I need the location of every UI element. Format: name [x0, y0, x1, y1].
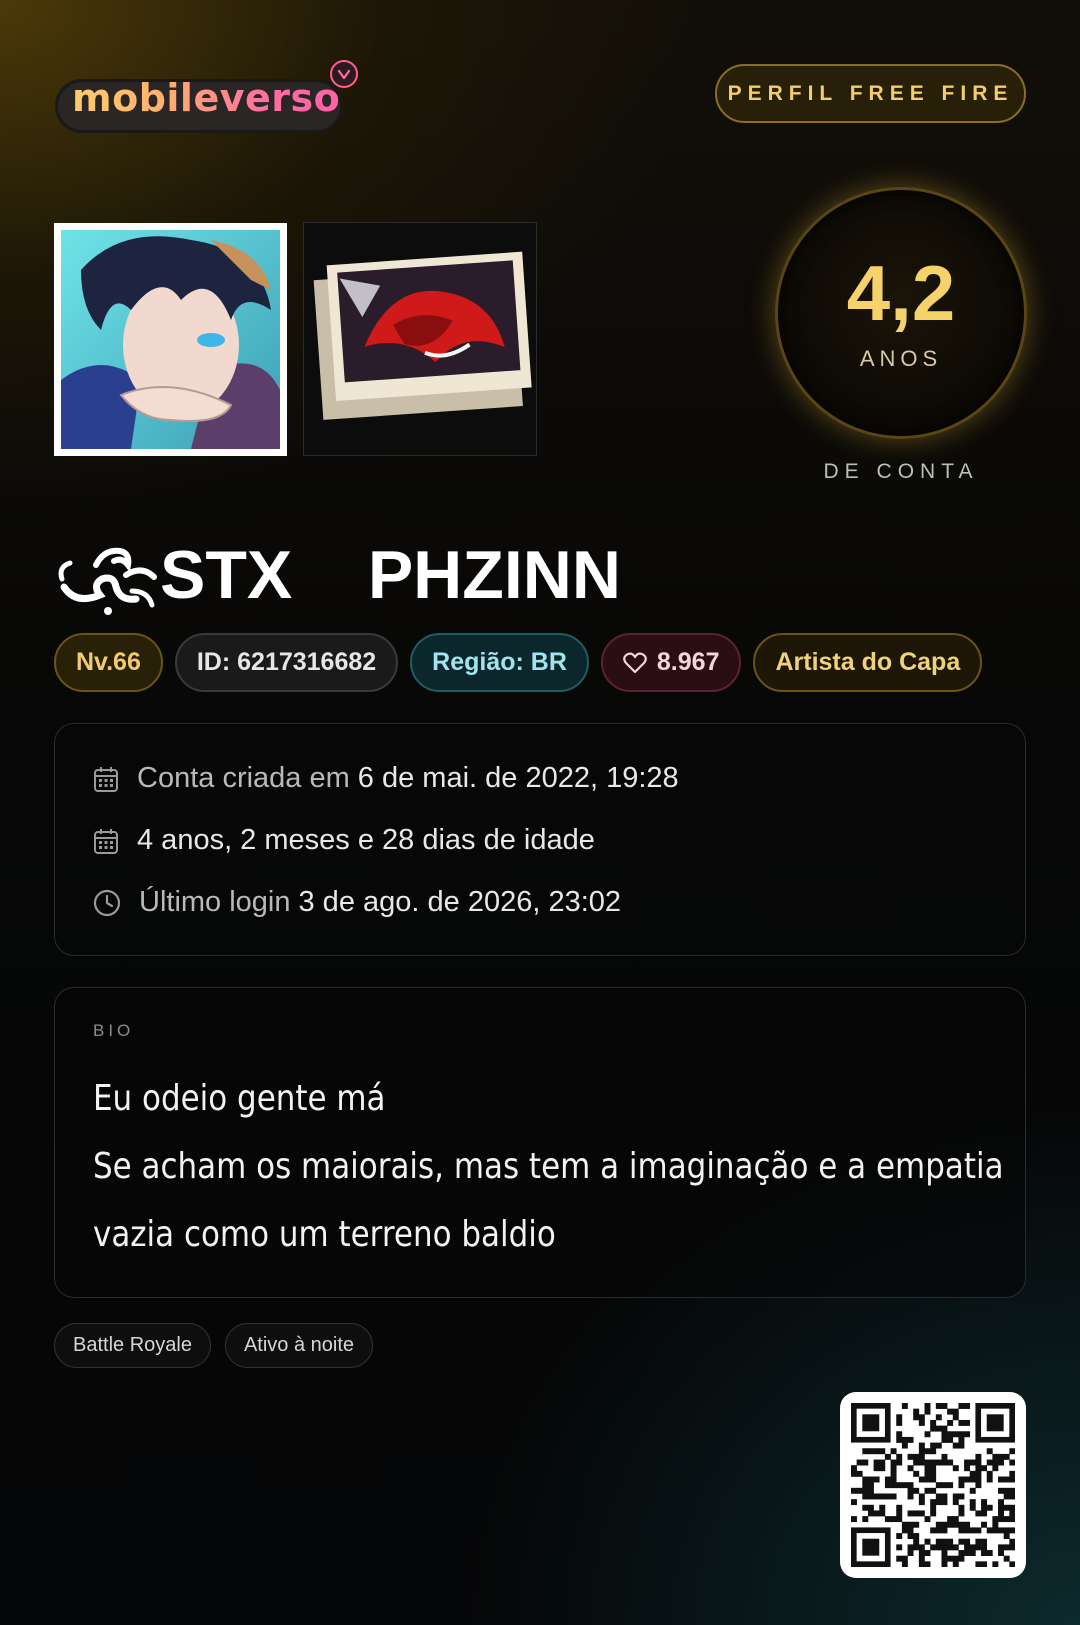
clock-icon: [93, 889, 121, 916]
account-info-card: Conta criada em 6 de mai. de 2022, 19:28…: [54, 723, 1026, 956]
bio-line: vazia como um terreno baldio: [93, 1214, 556, 1255]
player-id-chip[interactable]: ID: 6217316682: [174, 633, 399, 692]
created-value: 6 de mai. de 2022, 19:28: [357, 762, 679, 794]
profile-free-fire-button[interactable]: PERFIL FREE FIRE: [715, 64, 1026, 123]
player-chips: Nv.66 ID: 6217316682 Região: BR 8.967 Ar…: [54, 633, 983, 692]
account-age-caption: DE CONTA: [823, 460, 979, 483]
heart-outline-icon: [623, 652, 647, 673]
last-login-label: Último login: [139, 886, 291, 918]
qr-code[interactable]: [840, 1392, 1026, 1578]
last-login-value: 3 de ago. de 2026, 23:02: [298, 886, 622, 918]
last-login-row: Último login 3 de ago. de 2026, 23:02: [93, 886, 621, 919]
calendar-icon: [94, 828, 118, 854]
age-row: 4 anos, 2 meses e 28 dias de idade: [93, 824, 595, 857]
tag-active-night: Ativo à noite: [224, 1323, 374, 1368]
banner-card: [303, 222, 537, 456]
tag-battle-royale: Battle Royale: [54, 1323, 211, 1368]
account-age-value: 4,2: [846, 249, 956, 337]
account-age-text: 4 anos, 2 meses e 28 dias de idade: [137, 824, 595, 856]
player-name: STX PHZINN: [160, 537, 621, 613]
tag-list: Battle Royale Ativo à noite: [54, 1323, 374, 1368]
avatar-image: [61, 230, 280, 449]
likes-chip: 8.967: [600, 633, 742, 692]
qr-code-image: [851, 1403, 1016, 1568]
player-name-row: STX PHZINN: [56, 535, 621, 615]
calendar-icon: [94, 766, 118, 792]
level-chip: Nv.66: [54, 633, 163, 692]
bio-card: BIO Eu odeio gente má Se acham os maiora…: [54, 987, 1026, 1298]
bio-line: Eu odeio gente má: [93, 1078, 386, 1119]
likes-count: 8.967: [656, 648, 720, 676]
heart-badge-icon: [330, 60, 358, 88]
account-age-badge: 4,2 ANOS: [775, 187, 1027, 439]
region-chip: Região: BR: [410, 633, 589, 692]
created-row: Conta criada em 6 de mai. de 2022, 19:28: [93, 762, 679, 795]
ornament-swirl-icon: [58, 547, 157, 615]
account-age-unit: ANOS: [859, 346, 943, 371]
avatar: [54, 223, 287, 456]
bio-label: BIO: [93, 1021, 135, 1040]
brand-logo[interactable]: mobileverso: [58, 56, 366, 132]
created-label: Conta criada em: [137, 762, 350, 794]
banner-image: [304, 223, 536, 455]
title-chip: Artista do Capa: [753, 633, 983, 692]
logo-text: mobileverso: [62, 70, 350, 126]
bio-line: Se acham os maiorais, mas tem a imaginaç…: [93, 1146, 1004, 1187]
